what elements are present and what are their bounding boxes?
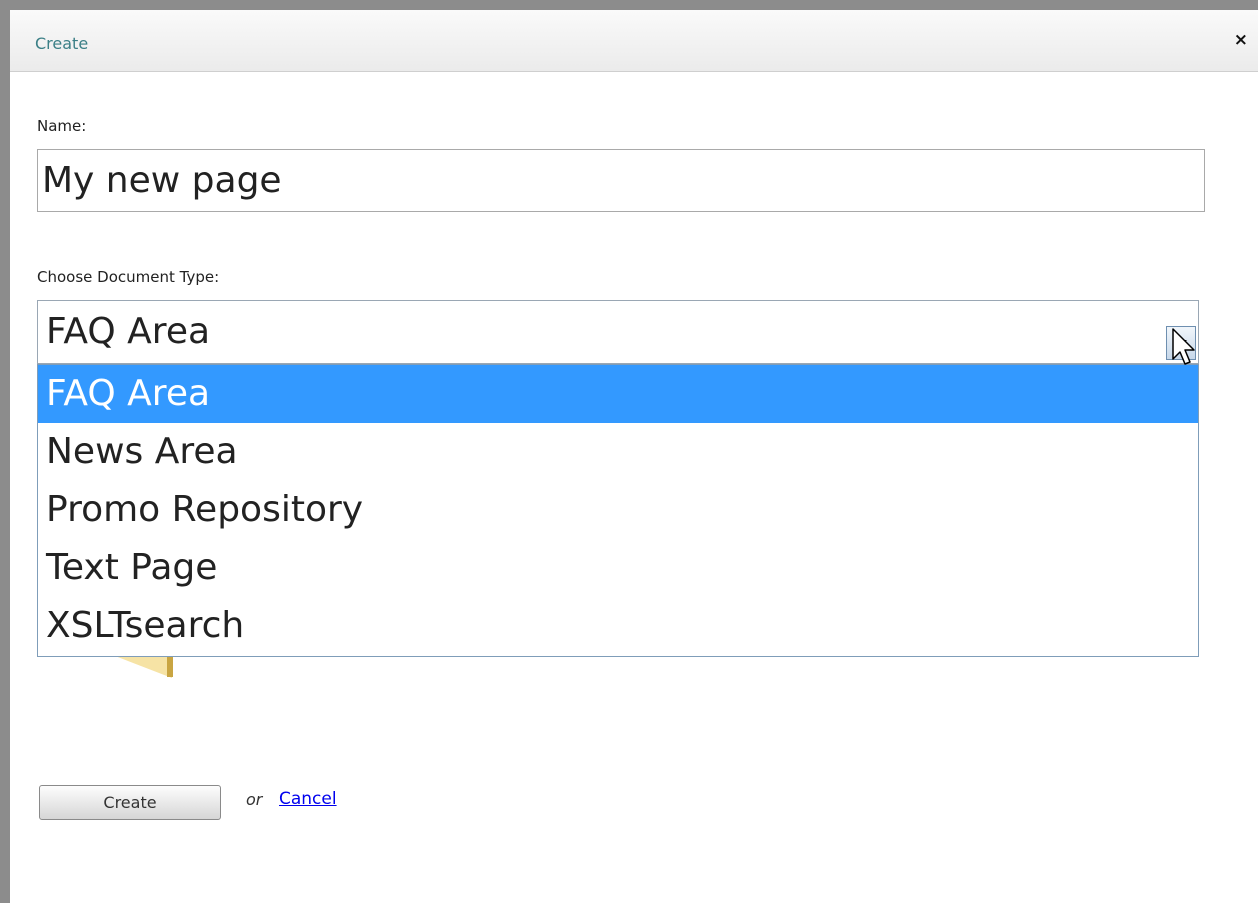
doctype-selected-value: FAQ Area — [46, 311, 211, 352]
doctype-option[interactable]: Text Page — [38, 539, 1198, 597]
doctype-dropdown-list: FAQ Area News Area Promo Repository Text… — [37, 364, 1199, 657]
cancel-link[interactable]: Cancel — [279, 789, 337, 809]
dialog-titlebar: Create × — [10, 10, 1258, 72]
doctype-option[interactable]: XSLTsearch — [38, 597, 1198, 655]
dialog-title: Create — [35, 34, 89, 53]
close-icon[interactable]: × — [1234, 30, 1248, 50]
doctype-option[interactable]: FAQ Area — [38, 365, 1198, 423]
doctype-option[interactable]: News Area — [38, 423, 1198, 481]
mouse-cursor-icon — [1172, 328, 1195, 365]
doctype-select[interactable]: FAQ Area — [37, 300, 1199, 364]
name-input[interactable] — [37, 149, 1205, 212]
note-icon — [110, 654, 172, 678]
doctype-option[interactable]: Promo Repository — [38, 481, 1198, 539]
name-label: Name: — [37, 117, 87, 135]
doctype-label: Choose Document Type: — [37, 268, 220, 286]
create-button[interactable]: Create — [39, 785, 221, 820]
or-text: or — [246, 790, 263, 809]
note-icon-edge — [167, 654, 173, 677]
create-dialog: Create × Name: Choose Document Type: FAQ… — [10, 10, 1258, 903]
